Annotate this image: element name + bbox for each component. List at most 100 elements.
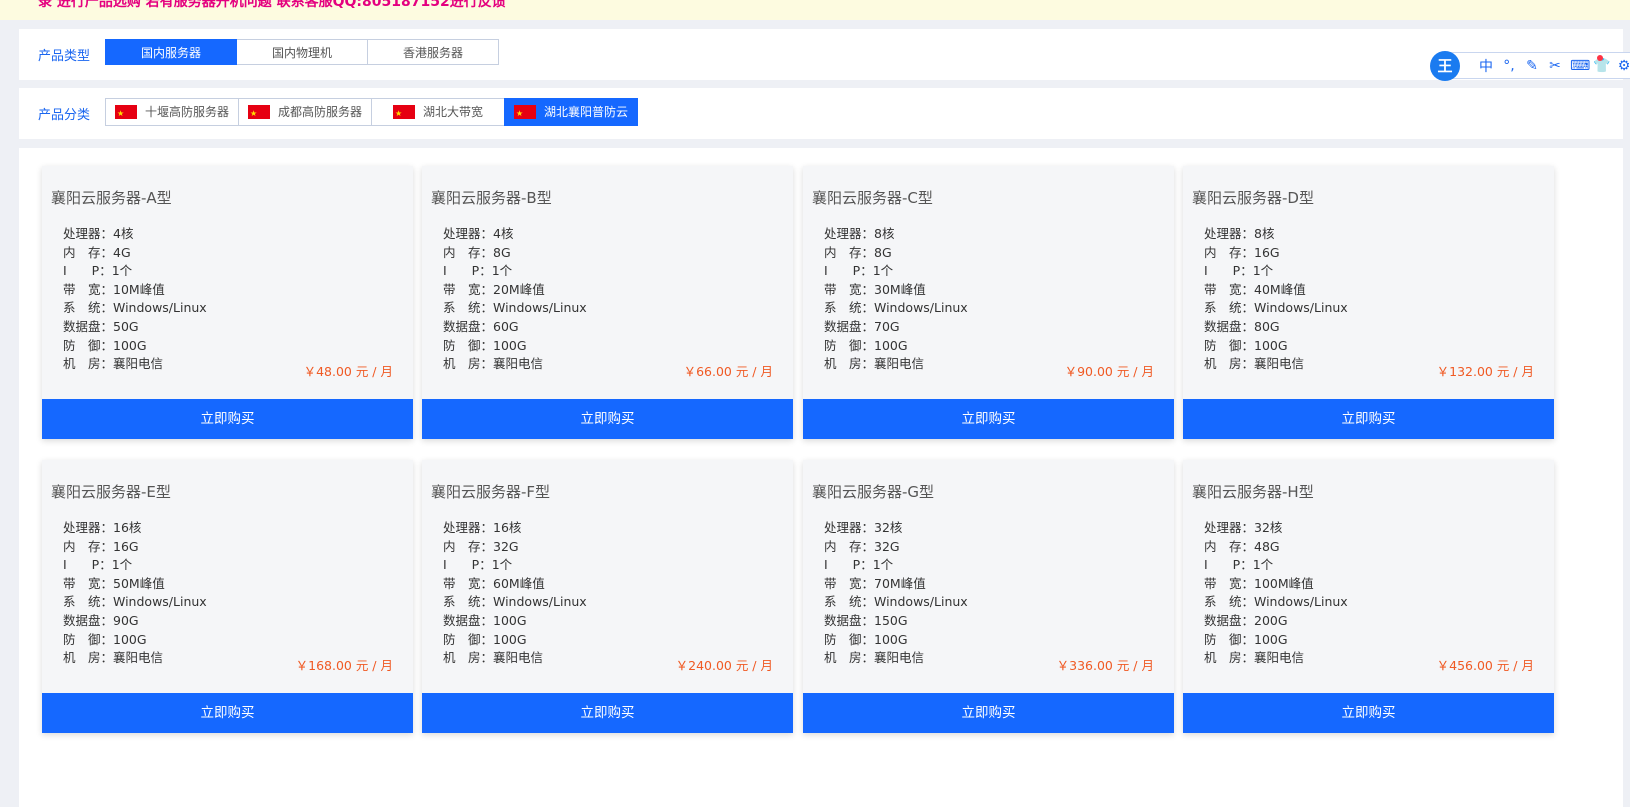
product-spec: 处理器：16核 bbox=[443, 520, 522, 535]
product-card: 襄阳云服务器-C型 处理器：8核内 存：8G I P：1个带 宽：30M峰值系 统：… bbox=[803, 166, 1174, 439]
product-spec: 处理器：4核 bbox=[63, 226, 134, 241]
tab-domestic-server[interactable]: 国内服务器 bbox=[105, 39, 237, 65]
chinese-mode-icon[interactable]: 中 bbox=[1478, 56, 1494, 76]
buy-now-button[interactable]: 立即购买 bbox=[803, 693, 1174, 733]
product-spec: 带 宽：20M峰值 bbox=[443, 282, 545, 297]
product-spec: 带 宽：10M峰值 bbox=[63, 282, 165, 297]
product-spec: I P：1个 bbox=[824, 263, 894, 278]
buy-now-button[interactable]: 立即购买 bbox=[422, 693, 793, 733]
product-spec: 处理器：8核 bbox=[824, 226, 895, 241]
product-spec: 数据盘：150G bbox=[824, 613, 908, 628]
product-type-panel: 产品类型 国内服务器 国内物理机 香港服务器 王 中 °, ✎ ✂ ⌨ 👕 ⚙ bbox=[19, 29, 1630, 81]
product-spec: I P：1个 bbox=[63, 557, 133, 572]
tab-domestic-physical[interactable]: 国内物理机 bbox=[236, 39, 368, 65]
product-spec: I P：1个 bbox=[1204, 263, 1274, 278]
product-spec: 机 房：襄阳电信 bbox=[443, 356, 544, 371]
notification-dot bbox=[1597, 55, 1603, 61]
product-price: ￥66.00 元 / 月 bbox=[683, 364, 773, 379]
product-category-tabs: 十堰高防服务器 成都高防服务器 湖北大带宽 湖北襄阳普防云 bbox=[105, 98, 638, 128]
tab-xiangyang-cloud[interactable]: 湖北襄阳普防云 bbox=[504, 98, 638, 128]
tab-hubei-bandwidth[interactable]: 湖北大带宽 bbox=[371, 98, 505, 128]
product-spec: 防 御：100G bbox=[443, 338, 527, 353]
tab-chengdu-ddos-server[interactable]: 成都高防服务器 bbox=[238, 98, 372, 128]
product-spec: 机 房：襄阳电信 bbox=[824, 356, 925, 371]
product-price: ￥90.00 元 / 月 bbox=[1064, 364, 1154, 379]
product-type-label: 产品类型 bbox=[38, 49, 91, 64]
product-spec: I P：1个 bbox=[1204, 557, 1274, 572]
product-spec: 机 房：襄阳电信 bbox=[824, 650, 925, 665]
product-title: 襄阳云服务器-G型 bbox=[812, 483, 935, 501]
product-spec: 系 统：Windows/Linux bbox=[824, 300, 968, 315]
product-spec: 带 宽：70M峰值 bbox=[824, 576, 926, 591]
product-title: 襄阳云服务器-F型 bbox=[431, 483, 551, 501]
product-spec: 内 存：4G bbox=[63, 245, 131, 260]
product-spec: 内 存：16G bbox=[1204, 245, 1280, 260]
product-card: 襄阳云服务器-A型 处理器：4核内 存：4G I P：1个带 宽：10M峰值系 统：… bbox=[42, 166, 413, 439]
tab-shiyan-ddos-server[interactable]: 十堰高防服务器 bbox=[105, 98, 239, 128]
ime-logo-icon[interactable]: 王 bbox=[1430, 51, 1460, 81]
product-spec: 防 御：100G bbox=[824, 632, 908, 647]
product-category-panel: 产品分类 十堰高防服务器 成都高防服务器 湖北大带宽 湖北襄阳普防云 bbox=[19, 88, 1623, 139]
buy-now-button[interactable]: 立即购买 bbox=[1183, 399, 1554, 439]
product-price: ￥48.00 元 / 月 bbox=[303, 364, 393, 379]
product-spec: 内 存：8G bbox=[443, 245, 511, 260]
product-spec: 防 御：100G bbox=[63, 338, 147, 353]
product-spec: 防 御：100G bbox=[1204, 338, 1288, 353]
product-list-panel: 襄阳云服务器-A型 处理器：4核内 存：4G I P：1个带 宽：10M峰值系 统：… bbox=[19, 148, 1623, 807]
product-price: ￥132.00 元 / 月 bbox=[1436, 364, 1534, 379]
product-spec: 内 存：32G bbox=[443, 539, 519, 554]
product-spec: 数据盘：200G bbox=[1204, 613, 1288, 628]
buy-now-button[interactable]: 立即购买 bbox=[42, 399, 413, 439]
notice-bar: 录 进行产品选购 若有服务器开机问题 联系客服QQ:805187152进行反馈 bbox=[0, 0, 1630, 20]
product-spec: 数据盘：100G bbox=[443, 613, 527, 628]
product-spec: 机 房：襄阳电信 bbox=[63, 356, 164, 371]
buy-now-button[interactable]: 立即购买 bbox=[422, 399, 793, 439]
product-title: 襄阳云服务器-H型 bbox=[1192, 483, 1314, 501]
product-spec: 系 统：Windows/Linux bbox=[63, 594, 207, 609]
product-spec: 数据盘：70G bbox=[824, 319, 900, 334]
product-spec: 内 存：48G bbox=[1204, 539, 1280, 554]
product-spec: 处理器：32核 bbox=[1204, 520, 1283, 535]
product-spec: 带 宽：40M峰值 bbox=[1204, 282, 1306, 297]
product-spec: I P：1个 bbox=[63, 263, 133, 278]
product-spec: 机 房：襄阳电信 bbox=[1204, 650, 1305, 665]
product-spec: 内 存：16G bbox=[63, 539, 139, 554]
product-card: 襄阳云服务器-F型 处理器：16核内 存：32G I P：1个带 宽：60M峰值系 … bbox=[422, 460, 793, 733]
product-card: 襄阳云服务器-B型 处理器：4核内 存：8G I P：1个带 宽：20M峰值系 统：… bbox=[422, 166, 793, 439]
buy-now-button[interactable]: 立即购买 bbox=[42, 693, 413, 733]
settings-gear-icon[interactable]: ⚙ bbox=[1616, 58, 1630, 74]
punctuation-icon[interactable]: °, bbox=[1501, 58, 1517, 74]
product-title: 襄阳云服务器-E型 bbox=[51, 483, 171, 501]
scissors-icon[interactable]: ✂ bbox=[1547, 58, 1563, 74]
notice-text: 录 进行产品选购 若有服务器开机问题 联系客服QQ:805187152进行反馈 bbox=[38, 0, 506, 10]
keyboard-icon[interactable]: ⌨ bbox=[1570, 58, 1590, 74]
buy-now-button[interactable]: 立即购买 bbox=[803, 399, 1174, 439]
china-flag-icon bbox=[392, 100, 415, 128]
tab-hongkong-server[interactable]: 香港服务器 bbox=[367, 39, 499, 65]
product-card: 襄阳云服务器-D型 处理器：8核内 存：16G I P：1个带 宽：40M峰值系 统… bbox=[1183, 166, 1554, 439]
product-category-label: 产品分类 bbox=[38, 108, 91, 123]
product-spec: 系 统：Windows/Linux bbox=[824, 594, 968, 609]
product-spec: 数据盘：60G bbox=[443, 319, 519, 334]
product-spec: 防 御：100G bbox=[63, 632, 147, 647]
product-title: 襄阳云服务器-D型 bbox=[1192, 189, 1314, 207]
product-spec: 带 宽：100M峰值 bbox=[1204, 576, 1314, 591]
product-card: 襄阳云服务器-H型 处理器：32核内 存：48G I P：1个带 宽：100M峰值系… bbox=[1183, 460, 1554, 733]
product-spec: 带 宽：30M峰值 bbox=[824, 282, 926, 297]
product-spec: 带 宽：50M峰值 bbox=[63, 576, 165, 591]
buy-now-button[interactable]: 立即购买 bbox=[1183, 693, 1554, 733]
product-type-tabs: 国内服务器 国内物理机 香港服务器 bbox=[105, 39, 499, 65]
product-spec: 数据盘：80G bbox=[1204, 319, 1280, 334]
input-method-toolbar: 王 中 °, ✎ ✂ ⌨ 👕 ⚙ bbox=[1430, 51, 1630, 81]
product-title: 襄阳云服务器-B型 bbox=[431, 189, 552, 207]
handwrite-icon[interactable]: ✎ bbox=[1524, 58, 1540, 74]
product-spec: 内 存：8G bbox=[824, 245, 892, 260]
product-spec: 防 御：100G bbox=[443, 632, 527, 647]
product-spec: I P：1个 bbox=[443, 557, 513, 572]
product-spec: 机 房：襄阳电信 bbox=[1204, 356, 1305, 371]
product-price: ￥240.00 元 / 月 bbox=[675, 658, 773, 673]
product-card: 襄阳云服务器-G型 处理器：32核内 存：32G I P：1个带 宽：70M峰值系 … bbox=[803, 460, 1174, 733]
product-price: ￥168.00 元 / 月 bbox=[295, 658, 393, 673]
product-spec: I P：1个 bbox=[443, 263, 513, 278]
tab-label: 湖北大带宽 bbox=[422, 105, 483, 119]
